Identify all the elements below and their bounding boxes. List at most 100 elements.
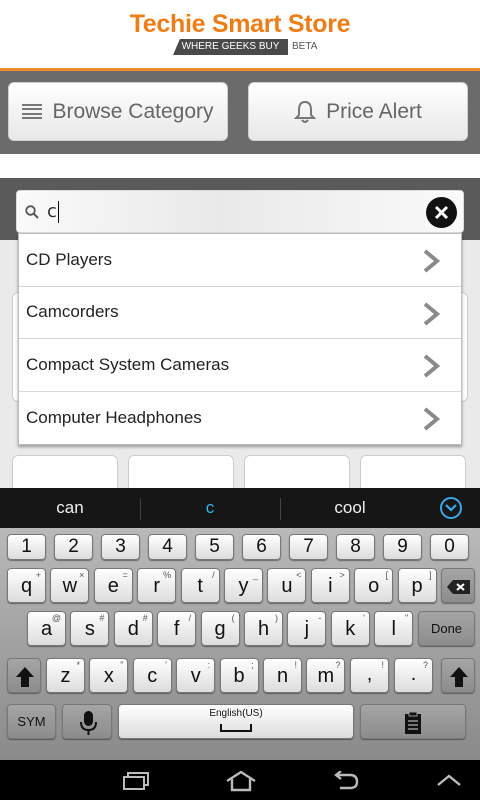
key-2[interactable]: 2 (54, 534, 93, 560)
key-alt-label: ( (231, 613, 235, 623)
browse-category-button[interactable]: Browse Category (8, 82, 228, 141)
shift-key-right[interactable] (441, 658, 475, 693)
suggestion-item[interactable]: Compact System Cameras (19, 339, 461, 392)
key-x[interactable]: x " (89, 658, 129, 693)
key-label: 5 (209, 536, 220, 557)
key-p[interactable]: p] (397, 568, 437, 603)
spacer (0, 154, 480, 178)
shift-key[interactable] (7, 658, 41, 693)
price-alert-label: Price Alert (326, 99, 422, 123)
key-alt-label: # (99, 613, 105, 623)
word-suggestion[interactable]: c (140, 488, 280, 528)
browse-category-label: Browse Category (52, 99, 214, 123)
key-b[interactable]: b; (219, 658, 259, 693)
key-f[interactable]: f / (157, 611, 197, 646)
key-3[interactable]: 3 (101, 534, 140, 560)
price-alert-button[interactable]: Price Alert (248, 82, 468, 141)
key-w[interactable]: w × (50, 568, 90, 603)
key-alt-label: ! (294, 660, 297, 670)
shift-icon (450, 667, 468, 687)
voice-input-key[interactable] (62, 704, 112, 739)
word-suggestion[interactable]: can (0, 488, 140, 528)
search-suggestions: CD Players Camcorders Compact System Cam… (18, 233, 462, 445)
key-comma[interactable]: ,! (350, 658, 389, 693)
back-icon[interactable] (330, 771, 360, 791)
recent-apps-icon[interactable] (122, 772, 150, 790)
key-8[interactable]: 8 (336, 534, 375, 560)
app-header: Techie Smart Store WHERE GEEKS BUY BETA (0, 0, 480, 68)
action-bar: Browse Category Price Alert (0, 71, 480, 154)
collapse-suggestions-button[interactable] (440, 497, 462, 519)
key-e[interactable]: e = (93, 568, 133, 603)
key-a[interactable]: a @ (27, 611, 66, 646)
search-input[interactable]: c (16, 190, 464, 233)
key-6[interactable]: 6 (242, 534, 281, 560)
key-alt-label: ] (429, 570, 432, 580)
clear-search-button[interactable] (426, 197, 457, 228)
key-label: 2 (68, 536, 79, 557)
key-alt-label: @ (51, 613, 61, 623)
bell-icon (294, 100, 317, 123)
key-0[interactable]: 0 (430, 534, 469, 560)
key-z[interactable]: z * (46, 658, 85, 693)
microphone-icon (80, 711, 97, 735)
home-icon[interactable] (224, 770, 258, 792)
key-4[interactable]: 4 (148, 534, 187, 560)
key-5[interactable]: 5 (195, 534, 234, 560)
key-period[interactable]: .? (394, 658, 433, 693)
shift-icon (16, 667, 34, 687)
key-alt-label: ' (363, 613, 365, 623)
done-key[interactable]: Done (418, 611, 475, 646)
key-v[interactable]: v: (176, 658, 216, 693)
key-label: 9 (397, 536, 408, 557)
key-i[interactable]: i > (310, 568, 350, 603)
suggestion-item[interactable]: Computer Headphones (19, 392, 461, 445)
key-alt-label: % (163, 570, 172, 580)
key-h[interactable]: h) (244, 611, 283, 646)
store-tagline: WHERE GEEKS BUY (173, 39, 288, 55)
key-u[interactable]: u < (267, 568, 307, 603)
key-label: 1 (21, 536, 32, 557)
key-y[interactable]: y _ (224, 568, 263, 603)
chevron-right-icon (423, 249, 441, 273)
key-n[interactable]: n! (263, 658, 302, 693)
key-q[interactable]: q + (7, 568, 46, 603)
key-9[interactable]: 9 (383, 534, 422, 560)
menu-icon (22, 103, 43, 120)
key-g[interactable]: g( (200, 611, 240, 646)
key-alt-label: × (79, 570, 85, 580)
key-alt-label: ! (381, 660, 384, 670)
suggestion-item[interactable]: Camcorders (19, 287, 461, 339)
key-t[interactable]: t / (180, 568, 220, 603)
key-1[interactable]: 1 (7, 534, 46, 560)
backspace-key[interactable] (441, 568, 475, 603)
keyboard-suggestion-strip: can c cool (0, 488, 480, 528)
key-alt-label: * (76, 660, 80, 670)
key-c[interactable]: c ' (132, 658, 172, 693)
key-label: English(US) (209, 708, 263, 719)
key-7[interactable]: 7 (289, 534, 328, 560)
key-r[interactable]: r% (137, 568, 177, 603)
key-alt-label: ; (251, 660, 254, 670)
navigation-bar (0, 760, 480, 800)
space-bar[interactable]: English(US) (118, 704, 354, 739)
symbols-key[interactable]: SYM (7, 704, 56, 739)
clear-icon (434, 205, 449, 220)
key-l[interactable]: l " (374, 611, 414, 646)
key-k[interactable]: k ' (330, 611, 370, 646)
key-d[interactable]: d # (113, 611, 153, 646)
suggestion-item[interactable]: CD Players (19, 234, 461, 287)
clipboard-key[interactable] (360, 704, 466, 739)
space-icon (220, 724, 252, 732)
key-label: 7 (303, 536, 314, 557)
word-suggestion[interactable]: cool (280, 488, 420, 528)
key-s[interactable]: s # (70, 611, 110, 646)
store-title: Techie Smart Store (129, 10, 351, 38)
key-o[interactable]: o[ (354, 568, 394, 603)
clipboard-icon (405, 711, 421, 734)
hide-keyboard-icon[interactable] (436, 772, 462, 788)
search-query: c (47, 201, 59, 223)
key-alt-label: ) (275, 613, 278, 623)
key-j[interactable]: j- (287, 611, 327, 646)
key-m[interactable]: m? (306, 658, 346, 693)
